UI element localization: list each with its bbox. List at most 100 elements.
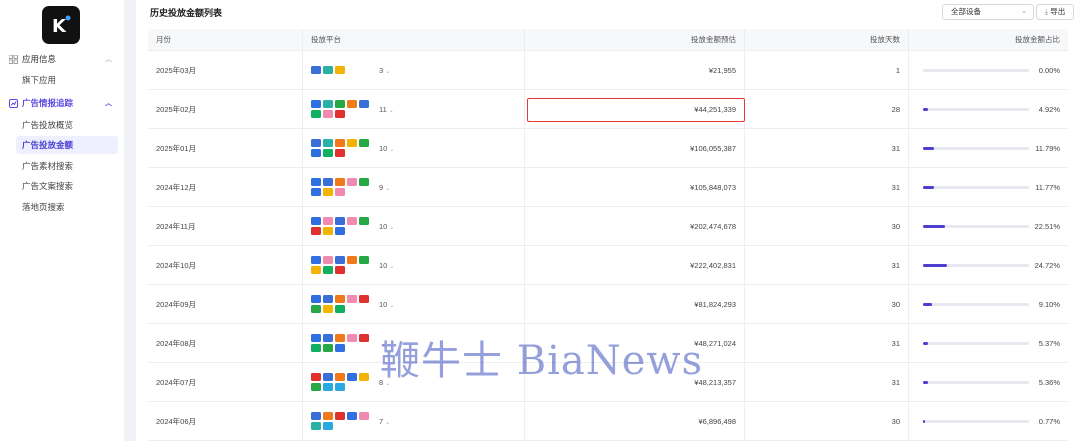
sidebar-item-creative-search[interactable]: 广告素材搜索 <box>16 157 118 175</box>
chevron-down-icon: ⌄ <box>1021 8 1027 15</box>
platform-count: 8 <box>379 377 384 387</box>
platform-app-icon <box>323 227 333 235</box>
amount-value: ¥48,213,357 <box>694 377 736 387</box>
cell-days: 30 <box>745 402 909 440</box>
cell-days: 30 <box>745 207 909 245</box>
sidebar-group-ad-tracking[interactable]: 广告情报追踪 ︿ <box>0 94 124 112</box>
device-select[interactable]: 全部设备 ⌄ <box>942 4 1034 20</box>
sidebar-item-ad-overview[interactable]: 广告投放概览 <box>16 116 118 134</box>
platform-count: 3 <box>379 65 384 75</box>
amount-value: ¥48,271,024 <box>694 338 736 348</box>
cell-month: 2024年11月 <box>148 207 303 245</box>
sidebar-group-app-info[interactable]: 应用信息 ︿ <box>0 50 124 68</box>
table-row[interactable]: 2025年01月 10 ⌄ ¥106,055,387 31 11.79% <box>148 129 1068 168</box>
cell-amount: ¥222,402,831 <box>525 246 745 284</box>
platform-app-icon <box>311 412 321 420</box>
chevron-down-icon: ⌄ <box>381 341 387 348</box>
share-progress-bar <box>923 381 1029 384</box>
share-value: 22.51% <box>1034 221 1060 231</box>
sidebar-item-copy-search[interactable]: 广告文案搜索 <box>16 177 118 195</box>
platform-count: 10 <box>379 299 388 309</box>
platform-app-icon <box>311 66 321 74</box>
cell-platforms: 7 ⌄ <box>303 402 525 440</box>
platform-count-dropdown[interactable]: 10 ⌄ <box>379 261 394 270</box>
table-row[interactable]: 2024年08月 ⌄ ¥48,271,024 31 5.37% <box>148 324 1068 363</box>
amount-value: ¥106,055,387 <box>690 143 736 153</box>
cell-days: 28 <box>745 90 909 128</box>
platform-icons <box>311 373 373 391</box>
platform-count-dropdown[interactable]: 9 ⌄ <box>379 183 390 192</box>
table-row[interactable]: 2024年06月 7 ⌄ ¥6,896,498 30 0.77% <box>148 402 1068 441</box>
sidebar-item-subsidiary-apps[interactable]: 旗下应用 <box>16 71 118 89</box>
platform-app-icon <box>347 295 357 303</box>
column-header-platform[interactable]: 投放平台 <box>303 29 525 50</box>
platform-count: 10 <box>379 143 388 153</box>
cell-platforms: 10 ⌄ <box>303 246 525 284</box>
platform-count-dropdown[interactable]: 11 ⌄ <box>379 105 394 114</box>
cell-share: 22.51% <box>909 207 1068 245</box>
platform-app-icon <box>359 100 369 108</box>
table-row[interactable]: 2024年11月 10 ⌄ ¥202,474,678 30 22.51% <box>148 207 1068 246</box>
export-button[interactable]: ⤓ 导出 <box>1036 4 1074 20</box>
column-header-amount[interactable]: 投放金额预估 <box>525 29 745 50</box>
table-row[interactable]: 2024年09月 10 ⌄ ¥81,824,293 30 9.10% <box>148 285 1068 324</box>
platform-count-dropdown[interactable]: 3 ⌄ <box>379 66 390 75</box>
platform-app-icon <box>311 305 321 313</box>
platform-count-dropdown[interactable]: ⌄ <box>379 339 386 348</box>
platform-count-dropdown[interactable]: 10 ⌄ <box>379 144 394 153</box>
page-title: 历史投放金额列表 <box>150 8 223 18</box>
cell-share: 24.72% <box>909 246 1068 284</box>
sidebar-item-landing-search[interactable]: 落地页搜索 <box>16 198 118 216</box>
cell-month: 2025年03月 <box>148 51 303 89</box>
table-row[interactable]: 2024年07月 8 ⌄ ¥48,213,357 31 5.36% <box>148 363 1068 402</box>
chevron-up-icon[interactable]: ︿ <box>105 98 112 108</box>
platform-app-icon <box>311 422 321 430</box>
platform-count: 10 <box>379 260 388 270</box>
platform-count: 11 <box>379 104 387 114</box>
platform-app-icon <box>335 66 345 74</box>
chevron-down-icon: ⌄ <box>389 302 395 309</box>
cell-platforms: 11 ⌄ <box>303 90 525 128</box>
column-header-month[interactable]: 月份 <box>148 29 303 50</box>
cell-month: 2024年06月 <box>148 402 303 440</box>
column-header-days[interactable]: 投放天数 <box>745 29 909 50</box>
platform-app-icon <box>335 334 345 342</box>
chevron-down-icon[interactable]: ︿ <box>105 54 112 64</box>
platform-app-icon <box>335 139 345 147</box>
cell-amount: ¥106,055,387 <box>525 129 745 167</box>
cell-platforms: 10 ⌄ <box>303 285 525 323</box>
platform-app-icon <box>335 227 345 235</box>
cell-days: 31 <box>745 324 909 362</box>
table-row[interactable]: 2025年03月 3 ⌄ ¥21,955 1 0.00% <box>148 51 1068 90</box>
cell-platforms: 9 ⌄ <box>303 168 525 206</box>
platform-count: 9 <box>379 182 384 192</box>
app-logo[interactable]: K <box>42 6 80 44</box>
sidebar-item-ad-spend[interactable]: 广告投放金额 <box>16 136 118 154</box>
logo-k-icon: K <box>52 15 71 37</box>
platform-app-icon <box>311 149 321 157</box>
table-row[interactable]: 2025年02月 11 ⌄ ¥44,251,339 28 4.92% <box>148 90 1068 129</box>
share-progress-fill <box>923 264 947 267</box>
platform-count-dropdown[interactable]: 10 ⌄ <box>379 222 394 231</box>
platform-app-icon <box>311 256 321 264</box>
share-progress-bar <box>923 108 1029 111</box>
cell-share: 5.36% <box>909 363 1068 401</box>
chart-icon <box>8 98 18 108</box>
platform-app-icon <box>311 178 321 186</box>
download-icon: ⤓ <box>1044 7 1049 16</box>
platform-app-icon <box>335 217 345 225</box>
table-row[interactable]: 2024年10月 10 ⌄ ¥222,402,831 31 24.72% <box>148 246 1068 285</box>
platform-app-icon <box>323 295 333 303</box>
cell-share: 11.77% <box>909 168 1068 206</box>
share-progress-fill <box>923 342 929 345</box>
platform-count-dropdown[interactable]: 8 ⌄ <box>379 378 390 387</box>
platform-icons <box>311 295 373 313</box>
cell-platforms: 3 ⌄ <box>303 51 525 89</box>
share-progress-bar <box>923 186 1029 189</box>
cell-platforms: 10 ⌄ <box>303 207 525 245</box>
table-row[interactable]: 2024年12月 9 ⌄ ¥105,848,073 31 11.77% <box>148 168 1068 207</box>
platform-count-dropdown[interactable]: 7 ⌄ <box>379 417 390 426</box>
platform-icons <box>311 412 373 430</box>
column-header-share[interactable]: 投放金额占比 <box>909 29 1068 50</box>
platform-count-dropdown[interactable]: 10 ⌄ <box>379 300 394 309</box>
